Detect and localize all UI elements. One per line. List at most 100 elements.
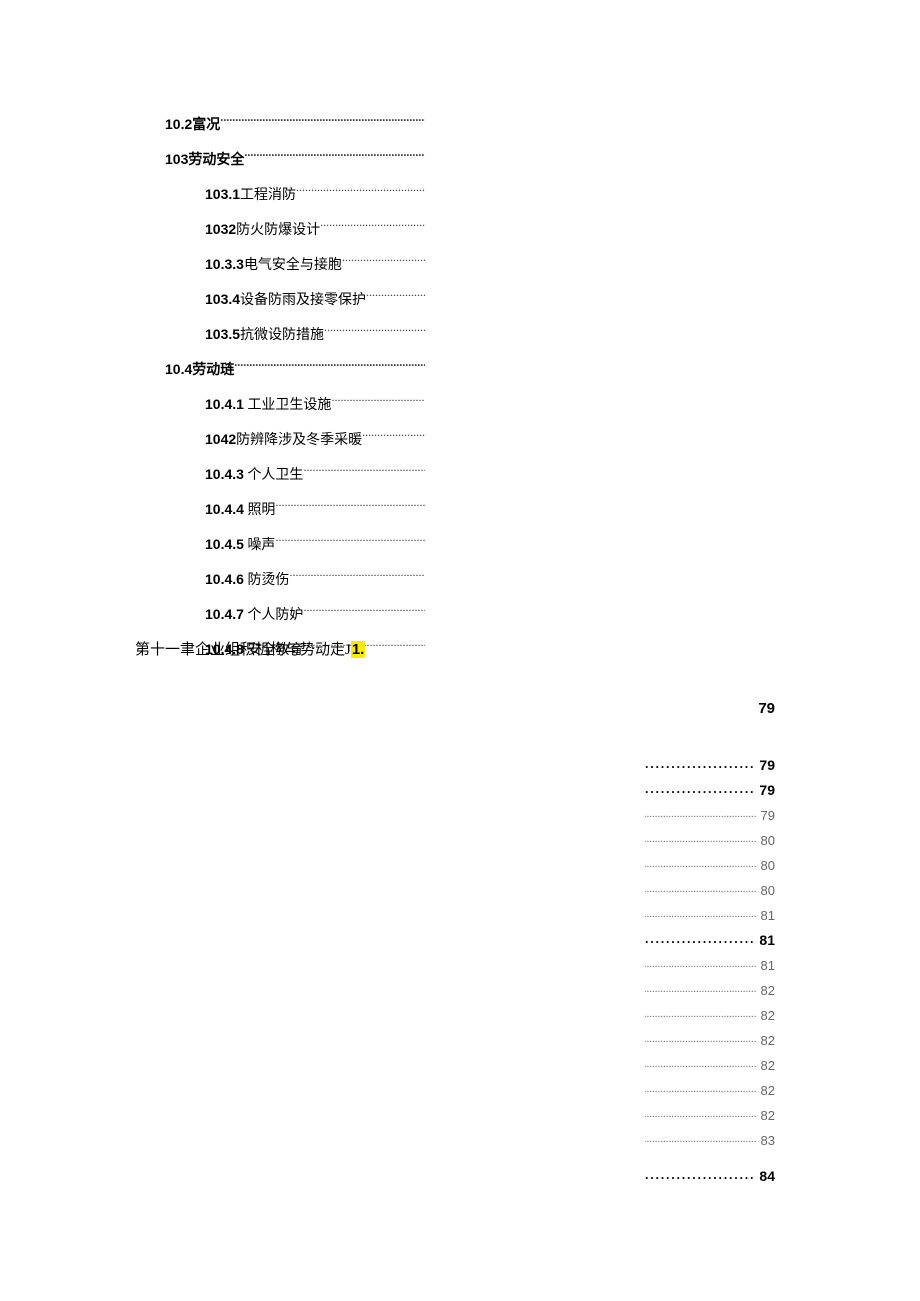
toc-page-line: 80 bbox=[645, 881, 775, 897]
toc-page-line: 79 bbox=[645, 756, 775, 772]
chapter-heading: 第十一聿企业组积机构与势动走J1. bbox=[135, 638, 365, 659]
chapter-text: 第十一聿企业组积机构与势动走J bbox=[135, 642, 351, 658]
toc-leader-dots bbox=[220, 115, 425, 129]
toc-leader-dots bbox=[234, 360, 425, 374]
toc-page-number: 79 bbox=[757, 809, 775, 822]
toc-leader-dots bbox=[275, 500, 425, 514]
toc-entry: 103劳动安全 bbox=[165, 145, 425, 175]
toc-leader-dots bbox=[289, 570, 425, 584]
toc-leader-dots bbox=[645, 956, 757, 970]
toc-page-line: 82 bbox=[645, 1056, 775, 1072]
toc-leader-dots bbox=[645, 1056, 757, 1070]
toc-entry: 103.5抗微设防措施 bbox=[165, 320, 425, 350]
toc-page-line: 82 bbox=[645, 1006, 775, 1022]
toc-leader-dots bbox=[342, 255, 425, 269]
toc-leader-dots bbox=[320, 220, 425, 234]
document-page: 10.2富况 103劳动安全 103.1工程消防 1032防火防爆设计 10.3.3电气… bbox=[0, 0, 920, 1301]
toc-page-number: 83 bbox=[757, 1134, 775, 1147]
toc-page-number: 82 bbox=[757, 984, 775, 997]
toc-leader-dots bbox=[645, 1031, 757, 1045]
toc-entry-label: 103.1工程消防 bbox=[205, 180, 296, 210]
toc-entry-label: 10.4.5 噪声 bbox=[205, 530, 275, 560]
toc-page-number: 82 bbox=[757, 1059, 775, 1072]
toc-leader-dots bbox=[275, 535, 425, 549]
toc-page-line: 82 bbox=[645, 1081, 775, 1097]
toc-entry-label: 10.4.6 防烫伤 bbox=[205, 565, 289, 595]
toc-leader-dots bbox=[645, 856, 757, 870]
toc-leader-dots bbox=[244, 150, 425, 164]
toc-page-number: 81 bbox=[755, 933, 775, 947]
toc-leader-dots bbox=[296, 185, 425, 199]
toc-page-number: 81 bbox=[757, 909, 775, 922]
page-number-top: 79 bbox=[758, 700, 775, 717]
toc-leader-dots bbox=[303, 465, 425, 479]
toc-page-number: 82 bbox=[757, 1034, 775, 1047]
toc-page-line: 82 bbox=[645, 1031, 775, 1047]
toc-leader-dots bbox=[645, 756, 755, 770]
toc-leader-dots bbox=[645, 931, 755, 945]
toc-entry: 10.4.7 个人防妒 bbox=[165, 600, 425, 630]
toc-leader-dots bbox=[324, 325, 425, 339]
toc-page-number: 84 bbox=[755, 1169, 775, 1183]
toc-entry-label: 103.4设备防雨及接零保护 bbox=[205, 285, 366, 315]
toc-page-line: 81 bbox=[645, 956, 775, 972]
toc-entry-label: 10.4.7 个人防妒 bbox=[205, 600, 303, 630]
toc-entry-label: 10.3.3电气安全与接胞 bbox=[205, 250, 342, 280]
toc-leader-dots bbox=[366, 290, 425, 304]
toc-leader-dots bbox=[645, 981, 757, 995]
toc-entry: 103.1工程消防 bbox=[165, 180, 425, 210]
toc-leader-dots bbox=[645, 1006, 757, 1020]
toc-page-number: 80 bbox=[757, 834, 775, 847]
toc-page-number: 82 bbox=[757, 1084, 775, 1097]
toc-leader-dots bbox=[645, 1081, 757, 1095]
toc-entry: 10.4.4 照明 bbox=[165, 495, 425, 525]
toc-leader-dots bbox=[303, 605, 425, 619]
toc-leader-dots bbox=[645, 781, 755, 795]
toc-entry: 1042防辨降涉及冬季采暖 bbox=[165, 425, 425, 455]
toc-page-number: 79 bbox=[755, 758, 775, 772]
toc-page-line: 79 bbox=[645, 781, 775, 797]
toc-leader-dots bbox=[645, 881, 757, 895]
toc-page-line: 83 bbox=[645, 1131, 775, 1147]
toc-entry-label: 103.5抗微设防措施 bbox=[205, 320, 324, 350]
toc-entry: 10.3.3电气安全与接胞 bbox=[165, 250, 425, 280]
toc-entry: 10.4.1 工业卫生设施 bbox=[165, 390, 425, 420]
toc-entry-label: 1032防火防爆设计 bbox=[205, 215, 320, 245]
highlighted-text: 1. bbox=[351, 641, 366, 658]
toc-page-number: 79 bbox=[755, 783, 775, 797]
toc-leader-dots bbox=[362, 430, 425, 444]
toc-page-line: 81 bbox=[645, 906, 775, 922]
toc-upper-block: 10.2富况 103劳动安全 103.1工程消防 1032防火防爆设计 10.3.3电气… bbox=[165, 110, 425, 670]
toc-leader-dots bbox=[645, 831, 757, 845]
toc-entry: 10.4.6 防烫伤 bbox=[165, 565, 425, 595]
toc-entry-label: 10.4劳动琏 bbox=[165, 355, 234, 385]
toc-page-number: 80 bbox=[757, 884, 775, 897]
toc-leader-dots bbox=[645, 1167, 755, 1181]
toc-page-line: 80 bbox=[645, 831, 775, 847]
toc-page-line: 80 bbox=[645, 856, 775, 872]
toc-entry-label: 10.4.4 照明 bbox=[205, 495, 275, 525]
toc-page-line: 79 bbox=[645, 806, 775, 822]
toc-entry-label: 10.2富况 bbox=[165, 110, 220, 140]
toc-entry: 10.2富况 bbox=[165, 110, 425, 140]
toc-entry-label: 1042防辨降涉及冬季采暖 bbox=[205, 425, 362, 455]
toc-leader-dots bbox=[331, 395, 425, 409]
toc-page-line: 82 bbox=[645, 1106, 775, 1122]
toc-page-number: 82 bbox=[757, 1109, 775, 1122]
toc-leader-dots bbox=[645, 806, 757, 820]
toc-page-number: 80 bbox=[757, 859, 775, 872]
toc-page-number: 81 bbox=[757, 959, 775, 972]
toc-entry-label: 10.4.1 工业卫生设施 bbox=[205, 390, 331, 420]
toc-page-line: 84 bbox=[645, 1167, 775, 1183]
toc-entry-label: 10.4.3 个人卫生 bbox=[205, 460, 303, 490]
toc-entry: 103.4设备防雨及接零保护 bbox=[165, 285, 425, 315]
toc-page-number: 82 bbox=[757, 1009, 775, 1022]
toc-leader-dots bbox=[645, 906, 757, 920]
toc-page-line: 81 bbox=[645, 931, 775, 947]
toc-entry-label: 103劳动安全 bbox=[165, 145, 244, 175]
toc-entry: 10.4.3 个人卫生 bbox=[165, 460, 425, 490]
toc-entry: 10.4.5 噪声 bbox=[165, 530, 425, 560]
toc-page-line: 82 bbox=[645, 981, 775, 997]
toc-page-numbers-block: 79 79 79 80 80 80 81 81 81 82 82 82 82 82 82 83 84 bbox=[645, 756, 775, 1192]
toc-leader-dots bbox=[645, 1131, 757, 1145]
